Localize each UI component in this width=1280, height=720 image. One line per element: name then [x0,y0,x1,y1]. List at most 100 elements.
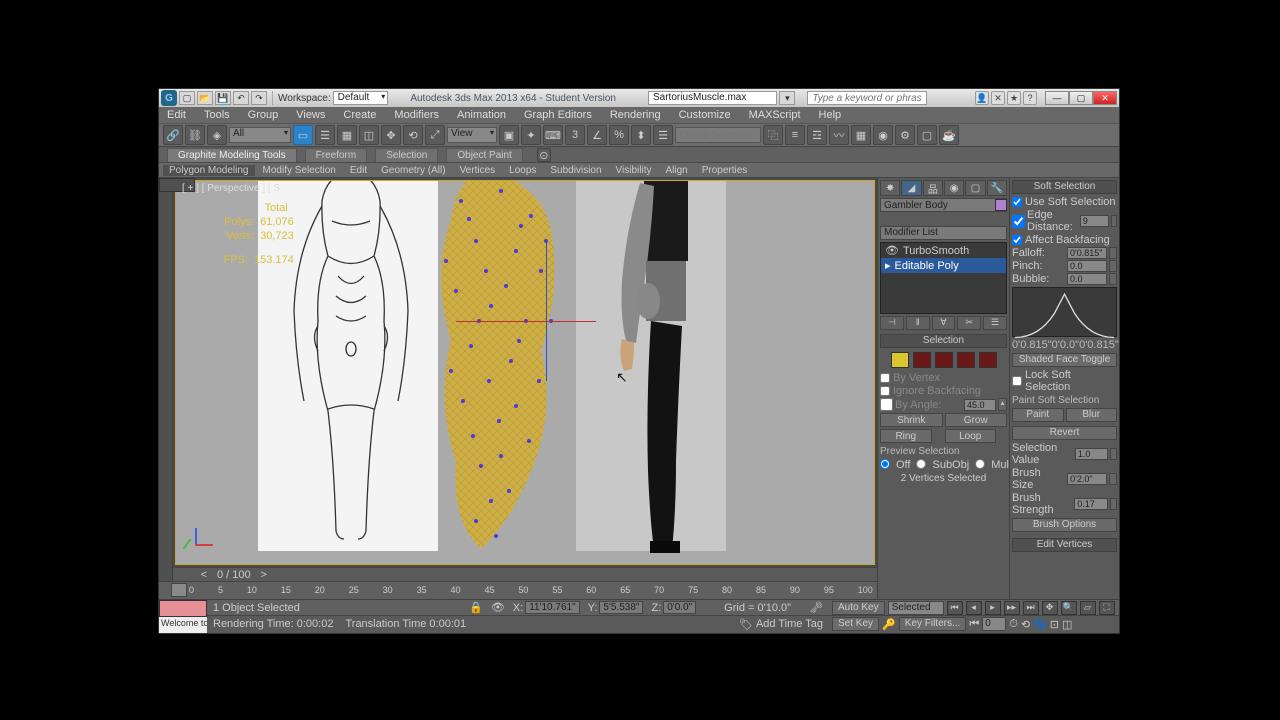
percent-snap-icon[interactable]: % [609,125,629,145]
by-angle-spinner[interactable]: ▴ [998,398,1007,411]
nav-zoom-all-icon[interactable]: ⊡ [1050,618,1059,631]
play-icon[interactable]: ▸ [985,601,1001,615]
configure-icon[interactable]: ☰ [983,316,1007,330]
search-input[interactable] [807,91,927,105]
menu-views[interactable]: Views [296,109,325,121]
nav-pan-icon[interactable]: ✥ [1042,601,1058,615]
pin-stack-icon[interactable]: ⊣ [880,316,904,330]
workspace-dropdown[interactable]: Default [333,91,389,105]
pinch-value[interactable]: 0.0 [1067,260,1107,272]
setkey-large-icon[interactable]: 🔑 [882,618,896,631]
link-icon[interactable]: 🔗 [163,125,183,145]
nav-min-max-icon[interactable]: ◫ [1062,618,1072,631]
exchange-icon[interactable]: ✕ [991,91,1005,105]
use-softsel-checkbox[interactable] [1012,197,1022,207]
stack-expand-icon[interactable]: ▸ [885,259,891,272]
rollout-editvertices[interactable]: Edit Vertices [1012,538,1117,552]
menu-rendering[interactable]: Rendering [610,109,661,121]
cmdtab-motion-icon[interactable]: ◉ [944,180,964,196]
tab-graphite[interactable]: Graphite Modeling Tools [167,148,297,162]
next-frame-icon[interactable]: ▸▸ [1004,601,1020,615]
keyfilters-button[interactable]: Key Filters... [899,617,967,631]
minimize-button[interactable]: — [1045,91,1069,105]
brush-size-value[interactable]: 0'2.0" [1067,473,1107,485]
preview-off-radio[interactable] [880,459,890,469]
coord-y-field[interactable]: 5'5.538" [599,601,643,614]
pivot-icon[interactable]: ▣ [499,125,519,145]
menu-edit[interactable]: Edit [167,109,186,121]
help-icon[interactable]: ? [1023,91,1037,105]
render-frame-icon[interactable]: ▢ [917,125,937,145]
shrink-button[interactable]: Shrink [880,413,943,427]
transform-gizmo-x[interactable] [456,321,596,322]
favorites-icon[interactable]: ★ [1007,91,1021,105]
layers-icon[interactable]: ☲ [807,125,827,145]
coord-x-field[interactable]: 11'10.761" [525,601,579,614]
subobj-element-icon[interactable] [979,352,997,368]
refcoord-dropdown[interactable]: View [447,127,497,143]
subobj-border-icon[interactable] [935,352,953,368]
falloff-value[interactable]: 0'0.815" [1067,247,1107,259]
viewport[interactable]: [ + ] [ Perspective ] [ S Total Polys:61… [175,180,875,565]
bind-icon[interactable]: ◈ [207,125,227,145]
snap-toggle-icon[interactable]: 3 [565,125,585,145]
edge-distance-value[interactable]: 9 [1080,215,1109,227]
ring-button[interactable]: Ring [880,429,932,443]
nav-walk-icon[interactable]: 👣 [1033,618,1047,631]
cmdtab-hierarchy-icon[interactable]: 品 [923,180,943,196]
unique-icon[interactable]: ∀ [932,316,956,330]
transform-gizmo-z[interactable] [546,241,547,381]
named-selset-icon[interactable]: ☰ [653,125,673,145]
isolate-icon[interactable]: 👁 [491,601,505,614]
redo-icon[interactable]: ↷ [251,91,267,105]
subtab-edit[interactable]: Edit [344,165,373,176]
subobj-edge-icon[interactable] [913,352,931,368]
modifier-stack[interactable]: 👁 TurboSmooth ▸ Editable Poly [880,242,1007,314]
subtab-loops[interactable]: Loops [503,165,542,176]
current-frame-field[interactable]: 0 [982,617,1006,631]
by-vertex-checkbox[interactable] [880,373,890,383]
object-name-field[interactable]: Gambler Body [880,198,1007,212]
subobj-polygon-icon[interactable] [957,352,975,368]
lock-selection-icon[interactable]: 🔒 [469,601,483,614]
show-result-icon[interactable]: ǁ [906,316,930,330]
grow-button[interactable]: Grow [945,413,1008,427]
rotate-icon[interactable]: ⟲ [403,125,423,145]
selection-filter-dropdown[interactable]: All [229,127,291,143]
rollout-selection[interactable]: Selection [880,334,1007,348]
stack-item-turbosmooth[interactable]: TurboSmooth [903,245,969,257]
prev-key-icon[interactable]: ⏮ [969,618,979,631]
menu-customize[interactable]: Customize [679,109,731,121]
recent-files-icon[interactable]: ▾ [779,91,795,105]
subtab-modifysel[interactable]: Modify Selection [257,165,342,176]
select-region-icon[interactable]: ▦ [337,125,357,145]
brush-size-spinner[interactable] [1109,473,1117,485]
ring-spinner[interactable] [934,429,943,443]
pinch-spinner[interactable] [1109,260,1117,272]
edge-distance-spinner[interactable] [1111,215,1117,227]
remove-mod-icon[interactable]: ✂ [957,316,981,330]
tab-freeform[interactable]: Freeform [305,148,368,162]
menu-modifiers[interactable]: Modifiers [394,109,439,121]
window-crossing-icon[interactable]: ◫ [359,125,379,145]
spinner-snap-icon[interactable]: ⬍ [631,125,651,145]
timeline[interactable]: 0510152025303540455055606570758085909510… [159,581,877,599]
key-icon[interactable]: 🗝 [809,601,823,614]
modifier-visibility-icon[interactable]: 👁 [885,244,899,257]
script-listener-swatch[interactable] [159,600,207,617]
tab-objectpaint[interactable]: Object Paint [446,148,522,162]
by-angle-checkbox[interactable] [880,398,893,411]
stack-item-editablepoly[interactable]: Editable Poly [895,260,959,272]
loop-spinner[interactable] [998,429,1007,443]
bubble-value[interactable]: 0.0 [1067,273,1107,285]
brush-strength-spinner[interactable] [1110,498,1117,510]
signin-icon[interactable]: 👤 [975,91,989,105]
timetag-icon[interactable]: 🏷 [739,618,753,631]
keymode-icon[interactable]: ⌨ [543,125,563,145]
close-button[interactable]: ✕ [1093,91,1117,105]
by-angle-value[interactable]: 45.0 [964,399,996,411]
nav-orbit-icon[interactable]: ⟲ [1021,618,1030,631]
edge-distance-checkbox[interactable] [1012,215,1025,228]
cmdtab-display-icon[interactable]: ▢ [965,180,985,196]
align-icon[interactable]: ≡ [785,125,805,145]
